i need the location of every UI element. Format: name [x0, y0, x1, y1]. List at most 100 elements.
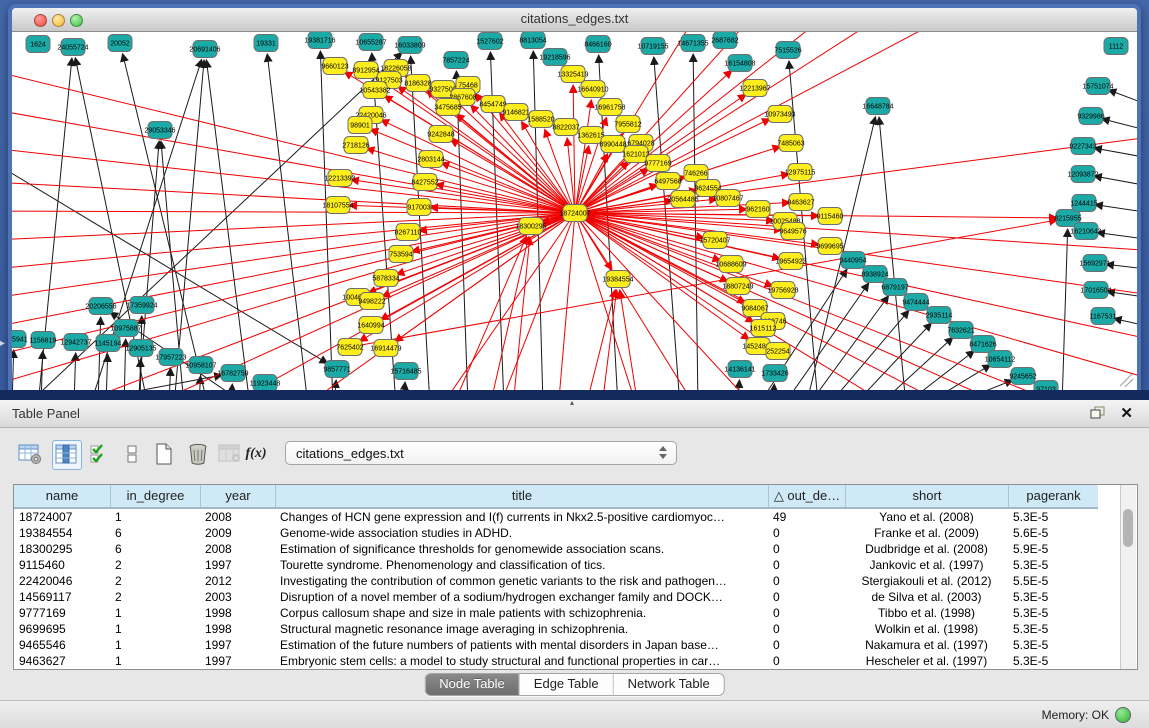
graph-node[interactable]: 746266: [684, 165, 708, 182]
graph-node[interactable]: 9440954: [839, 252, 866, 269]
table-row[interactable]: 1830029562008Estimation of significance …: [14, 541, 1098, 557]
graph-node[interactable]: 7632621: [947, 322, 974, 339]
graph-node[interactable]: 98901: [348, 117, 372, 134]
graph-node[interactable]: 753594: [389, 246, 413, 263]
graph-node[interactable]: 16961758: [594, 99, 625, 116]
graph-node[interactable]: 1733426: [761, 365, 788, 382]
graph-node[interactable]: 9777169: [644, 155, 671, 172]
graph-node[interactable]: 12905135: [125, 340, 156, 357]
graph-node[interactable]: 11923448: [250, 375, 281, 391]
table-row[interactable]: 1938455462009Genome-wide association stu…: [14, 525, 1098, 541]
graph-node[interactable]: 9227343: [1069, 138, 1096, 155]
table-panel-titlebar[interactable]: ▴ Table Panel ✕: [0, 400, 1149, 428]
graph-node[interactable]: 2803144: [417, 151, 444, 168]
graph-node[interactable]: 7857224: [442, 52, 469, 69]
float-window-icon[interactable]: [1090, 406, 1105, 420]
graph-node[interactable]: 12213967: [739, 80, 770, 97]
table-row[interactable]: 911546021997Tourette syndrome. Phenomeno…: [14, 557, 1098, 573]
graph-node[interactable]: 2935114: [926, 307, 953, 324]
graph-node[interactable]: 16914479: [370, 340, 401, 357]
column-header-pagerank[interactable]: pagerank: [1008, 485, 1098, 507]
table-selector-dropdown[interactable]: citations_edges.txt: [285, 441, 677, 465]
graph-node[interactable]: 15692971: [1079, 255, 1110, 272]
column-header-out_de[interactable]: △ out_de…: [768, 485, 845, 507]
graph-node[interactable]: 1112: [1104, 38, 1128, 55]
graph-node[interactable]: 13325419: [557, 66, 588, 83]
graph-node[interactable]: 10543382: [359, 82, 390, 99]
graph-node[interactable]: 8912954: [352, 62, 379, 79]
network-canvas[interactable]: 1624 24055724 20052 20691406 19331 19381…: [12, 32, 1137, 390]
graph-node[interactable]: 9649576: [779, 223, 806, 240]
graph-node[interactable]: 10719155: [637, 38, 668, 55]
rows-icon[interactable]: [118, 440, 146, 468]
graph-node[interactable]: 9498222: [358, 293, 385, 310]
graph-node[interactable]: 19218596: [539, 49, 570, 66]
graph-node[interactable]: 1244415: [1070, 195, 1097, 212]
splitter-grip-icon[interactable]: ▴: [570, 398, 574, 407]
graph-node[interactable]: 19331: [254, 35, 278, 52]
graph-node[interactable]: 8822037: [552, 119, 579, 136]
graph-node[interactable]: 2718126: [342, 137, 369, 154]
graph-node[interactable]: 17957223: [155, 349, 186, 366]
graph-node[interactable]: 8471626: [969, 336, 996, 353]
graph-node[interactable]: 9857771: [323, 361, 350, 378]
graph-node[interactable]: 6497568: [654, 173, 681, 190]
table-scrollbar[interactable]: [1120, 485, 1136, 669]
column-visibility-icon[interactable]: [52, 440, 82, 470]
graph-node[interactable]: 19384554: [602, 271, 633, 288]
tab-node-table[interactable]: Node Table: [425, 674, 519, 695]
column-header-title[interactable]: title: [275, 485, 768, 507]
column-header-in_degree[interactable]: in_degree: [110, 485, 200, 507]
column-header-name[interactable]: name: [14, 485, 110, 507]
scrollbar-thumb[interactable]: [1123, 509, 1133, 547]
graph-node[interactable]: 10688609: [715, 256, 746, 273]
column-header-year[interactable]: year: [200, 485, 275, 507]
graph-node[interactable]: 3915941: [12, 331, 28, 348]
desktop-collapse-arrow-icon[interactable]: ▸: [0, 338, 5, 349]
table-row[interactable]: 1872400712008Changes of HCN gene express…: [14, 509, 1098, 525]
graph-node[interactable]: 9146821: [502, 104, 529, 121]
graph-node[interactable]: 9474444: [902, 294, 929, 311]
graph-node[interactable]: 8813054: [519, 32, 546, 49]
table-row[interactable]: 969969511998Structural magnetic resonanc…: [14, 621, 1098, 637]
table-row[interactable]: 946362711997Embryonic stem cells: a mode…: [14, 653, 1098, 669]
graph-node[interactable]: 9245652: [1009, 368, 1036, 385]
graph-node[interactable]: 5878334: [372, 270, 399, 287]
graph-node[interactable]: 18107554: [322, 197, 353, 214]
graph-node[interactable]: 1167531: [1090, 308, 1117, 325]
new-document-icon[interactable]: [150, 440, 178, 468]
graph-node[interactable]: 20052: [108, 35, 132, 52]
graph-node[interactable]: 14136141: [724, 361, 755, 378]
graph-node[interactable]: 20564486: [667, 191, 698, 208]
graph-node[interactable]: 6879197: [881, 279, 908, 296]
graph-node[interactable]: 12093872: [1067, 166, 1098, 183]
graph-node[interactable]: 8267110: [395, 224, 422, 241]
graph-node[interactable]: 17359924: [126, 297, 157, 314]
graph-node[interactable]: 10975887: [110, 320, 141, 337]
graph-node[interactable]: 9463627: [787, 194, 814, 211]
column-header-short[interactable]: short: [845, 485, 1008, 507]
graph-node[interactable]: 1624: [26, 36, 50, 53]
graph-node[interactable]: 9699695: [816, 238, 843, 255]
tab-edge-table[interactable]: Edge Table: [519, 674, 613, 695]
graph-node[interactable]: 15751074: [1082, 78, 1113, 95]
graph-node[interactable]: 12213393: [324, 170, 355, 187]
checklist-icon[interactable]: [86, 440, 114, 468]
graph-node[interactable]: 15720407: [699, 232, 730, 249]
graph-node[interactable]: 10654112: [985, 351, 1016, 368]
graph-node[interactable]: 1145194: [95, 335, 122, 352]
graph-node[interactable]: 17016504: [1080, 282, 1111, 299]
graph-node[interactable]: 15716485: [390, 363, 421, 380]
graph-node[interactable]: 10958107: [185, 357, 216, 374]
graph-node[interactable]: 16640910: [577, 81, 608, 98]
graph-node[interactable]: 8990448: [599, 136, 626, 153]
graph-node[interactable]: 3475685: [434, 99, 461, 116]
graph-node[interactable]: 19654923: [775, 253, 806, 270]
graph-node[interactable]: 19756928: [767, 282, 798, 299]
graph-node[interactable]: 16033809: [394, 37, 425, 54]
graph-node[interactable]: 7625402: [336, 339, 363, 356]
function-builder-icon[interactable]: f(x): [242, 440, 270, 468]
graph-node[interactable]: 1588520: [527, 111, 554, 128]
graph-node[interactable]: 20206556: [85, 298, 116, 315]
table-row[interactable]: 946554611997Estimation of the future num…: [14, 637, 1098, 653]
